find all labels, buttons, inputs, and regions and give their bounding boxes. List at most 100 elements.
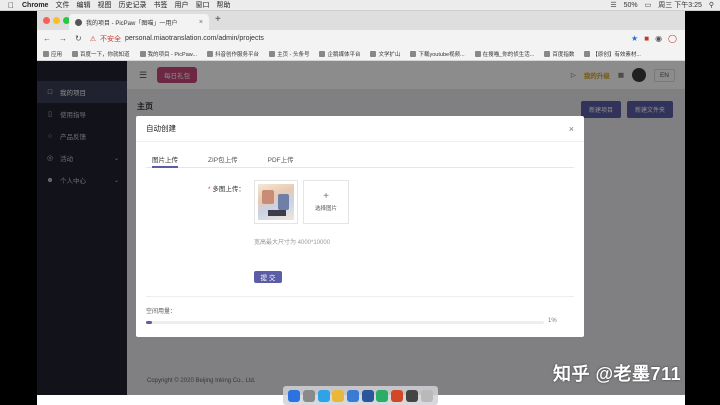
- bookmark-label: 百度一下，你就知道: [80, 51, 130, 58]
- comic-thumbnail-image: [258, 184, 294, 220]
- bookmark-item[interactable]: 百度一下，你就知道: [72, 50, 130, 58]
- bookmark-item[interactable]: 主页 - 头条号: [269, 50, 309, 58]
- web-app: □ 我的项目 ▯ 使用指导 ○ 产品反馈 ◎ 活动 ⌄ ☻ 个人中心 ⌄ ☰ 每…: [37, 61, 685, 395]
- macos-menubar:  Chrome 文件 编辑 视图 历史记录 书签 用户 窗口 帮助 ☰ 50%…: [0, 0, 720, 11]
- bookmark-item[interactable]: 我的项目 - PicPaw...: [139, 50, 197, 58]
- bookmark-icon: [584, 50, 591, 57]
- clock[interactable]: 周三 下午3:25: [658, 0, 702, 10]
- select-image-button[interactable]: + 选择图片: [303, 180, 349, 224]
- bookmark-icon: [370, 50, 377, 57]
- bookmarks-bar: 应用 百度一下，你就知道 我的项目 - PicPaw... 抖音创作服务平台 主…: [37, 47, 685, 61]
- menu-item[interactable]: 视图: [97, 0, 118, 10]
- battery-icon[interactable]: ▭: [645, 1, 652, 9]
- space-usage-percent: 1%: [548, 318, 557, 324]
- finder-icon[interactable]: [288, 389, 301, 402]
- multi-image-label: * 多图上传：: [208, 183, 245, 193]
- back-icon[interactable]: ←: [43, 34, 51, 43]
- close-icon[interactable]: ×: [569, 124, 574, 134]
- space-usage-fill: [146, 321, 152, 324]
- bookmark-label: 抖音创作服务平台: [215, 51, 260, 58]
- bookmark-item[interactable]: 企鹅媒体平台: [319, 50, 360, 58]
- extension-icon[interactable]: ■: [644, 34, 649, 43]
- bookmark-icon: [207, 50, 214, 57]
- bookmark-label: 百度指数: [552, 51, 575, 58]
- address-bar: ← → ↻ ⚠ 不安全 personal.miaotranslation.com…: [37, 30, 685, 47]
- required-mark: *: [208, 186, 211, 193]
- uploaded-image-thumbnail[interactable]: [254, 180, 298, 224]
- battery-percent[interactable]: 50%: [624, 2, 638, 9]
- space-usage-bar: [146, 321, 544, 324]
- app-icon[interactable]: [405, 389, 418, 402]
- bookmark-item[interactable]: 【原创】有效素材...: [584, 50, 641, 58]
- wechat-icon[interactable]: [376, 389, 389, 402]
- launchpad-icon[interactable]: [303, 389, 316, 402]
- tab-close-icon[interactable]: ×: [199, 19, 203, 26]
- bookmark-label: 文学扩山: [378, 51, 401, 58]
- bookmark-item[interactable]: 抖音创作服务平台: [207, 50, 259, 58]
- qq-icon[interactable]: [347, 389, 360, 402]
- field-label-text: 多图上传：: [212, 186, 245, 193]
- bookmark-icon: [474, 50, 481, 57]
- browser-tab[interactable]: 我的项目 - PicPaw「图喵」一用户 ×: [69, 14, 209, 30]
- size-hint: 宽高最大尺寸为 4000*10000: [254, 240, 331, 246]
- zhihu-watermark: 知乎 @老墨711: [553, 364, 682, 384]
- bookmark-icon: [269, 50, 276, 57]
- menu-item[interactable]: 用户: [174, 0, 195, 10]
- tab-pdf-upload[interactable]: PDF上传: [268, 152, 294, 168]
- bookmark-item[interactable]: 下载youtube视频...: [410, 50, 465, 58]
- bookmark-star-icon[interactable]: ★: [631, 34, 638, 43]
- apple-icon[interactable]: : [0, 1, 22, 10]
- not-secure-label: 不安全: [99, 35, 121, 43]
- select-image-label: 选择图片: [314, 206, 337, 212]
- reload-icon[interactable]: ↻: [75, 34, 82, 43]
- plus-icon: +: [323, 191, 329, 202]
- toolbar-icons: ★ ■ ◉ ◯: [631, 34, 685, 43]
- extension-icon[interactable]: ◯: [668, 34, 677, 43]
- menu-item[interactable]: 历史记录: [118, 0, 153, 10]
- tab-zip-upload[interactable]: ZIP包上传: [208, 152, 238, 168]
- extension-icon[interactable]: ◉: [655, 34, 662, 43]
- tab-title: 我的项目 - PicPaw「图喵」一用户: [86, 20, 178, 27]
- app-icon[interactable]: [391, 389, 404, 402]
- menu-item[interactable]: 文件: [55, 0, 76, 10]
- safari-icon[interactable]: [317, 389, 330, 402]
- bookmark-icon: [319, 50, 326, 57]
- menu-item[interactable]: 窗口: [195, 0, 216, 10]
- bookmark-item[interactable]: 文学扩山: [370, 50, 400, 58]
- close-window-icon[interactable]: [43, 17, 50, 24]
- menu-item[interactable]: 帮助: [216, 0, 237, 10]
- menubar-status: ☰ 50% ▭ 周三 下午3:25 ⚲: [610, 0, 720, 10]
- bookmark-item[interactable]: 在搜喵_你的侦生活...: [474, 50, 535, 58]
- bookmark-icon: [410, 50, 417, 57]
- bookmark-icon: [139, 50, 146, 57]
- url-field[interactable]: ⚠ 不安全 personal.miaotranslation.com/admin…: [90, 34, 264, 44]
- chrome-icon[interactable]: [332, 389, 345, 402]
- warning-icon: ⚠: [89, 35, 96, 43]
- divider: [146, 296, 574, 297]
- word-icon[interactable]: [361, 389, 374, 402]
- bookmark-label: 下载youtube视频...: [418, 51, 465, 58]
- menu-item[interactable]: 书签: [153, 0, 174, 10]
- minimize-window-icon[interactable]: [53, 17, 60, 24]
- dialog-header: 自动创建 ×: [136, 116, 584, 142]
- url-text[interactable]: personal.miaotranslation.com/admin/proje…: [125, 35, 264, 42]
- menu-app-name[interactable]: Chrome: [22, 2, 55, 9]
- menu-item[interactable]: 编辑: [76, 0, 97, 10]
- wifi-icon[interactable]: ☰: [610, 1, 616, 9]
- macos-dock: [283, 386, 438, 405]
- bookmark-label: 在搜喵_你的侦生活...: [482, 51, 535, 58]
- tab-image-upload[interactable]: 图片上传: [152, 152, 178, 168]
- screen:  Chrome 文件 编辑 视图 历史记录 书签 用户 窗口 帮助 ☰ 50%…: [0, 0, 720, 405]
- new-tab-icon[interactable]: +: [215, 14, 221, 25]
- tab-bar: 我的项目 - PicPaw「图喵」一用户 × +: [37, 11, 685, 30]
- bookmark-item[interactable]: 百度指数: [544, 50, 574, 58]
- apps-icon: [43, 50, 49, 57]
- forward-icon[interactable]: →: [59, 34, 67, 43]
- submit-button[interactable]: 提 交: [254, 271, 282, 283]
- browser-window: 我的项目 - PicPaw「图喵」一用户 × + ← → ↻ ⚠ 不安全 per…: [37, 11, 685, 405]
- space-usage-label: 空间用量：: [146, 309, 177, 315]
- bookmark-item[interactable]: 应用: [43, 50, 62, 58]
- search-icon[interactable]: ⚲: [709, 1, 714, 9]
- bookmark-icon: [544, 50, 551, 57]
- trash-icon[interactable]: [420, 389, 433, 402]
